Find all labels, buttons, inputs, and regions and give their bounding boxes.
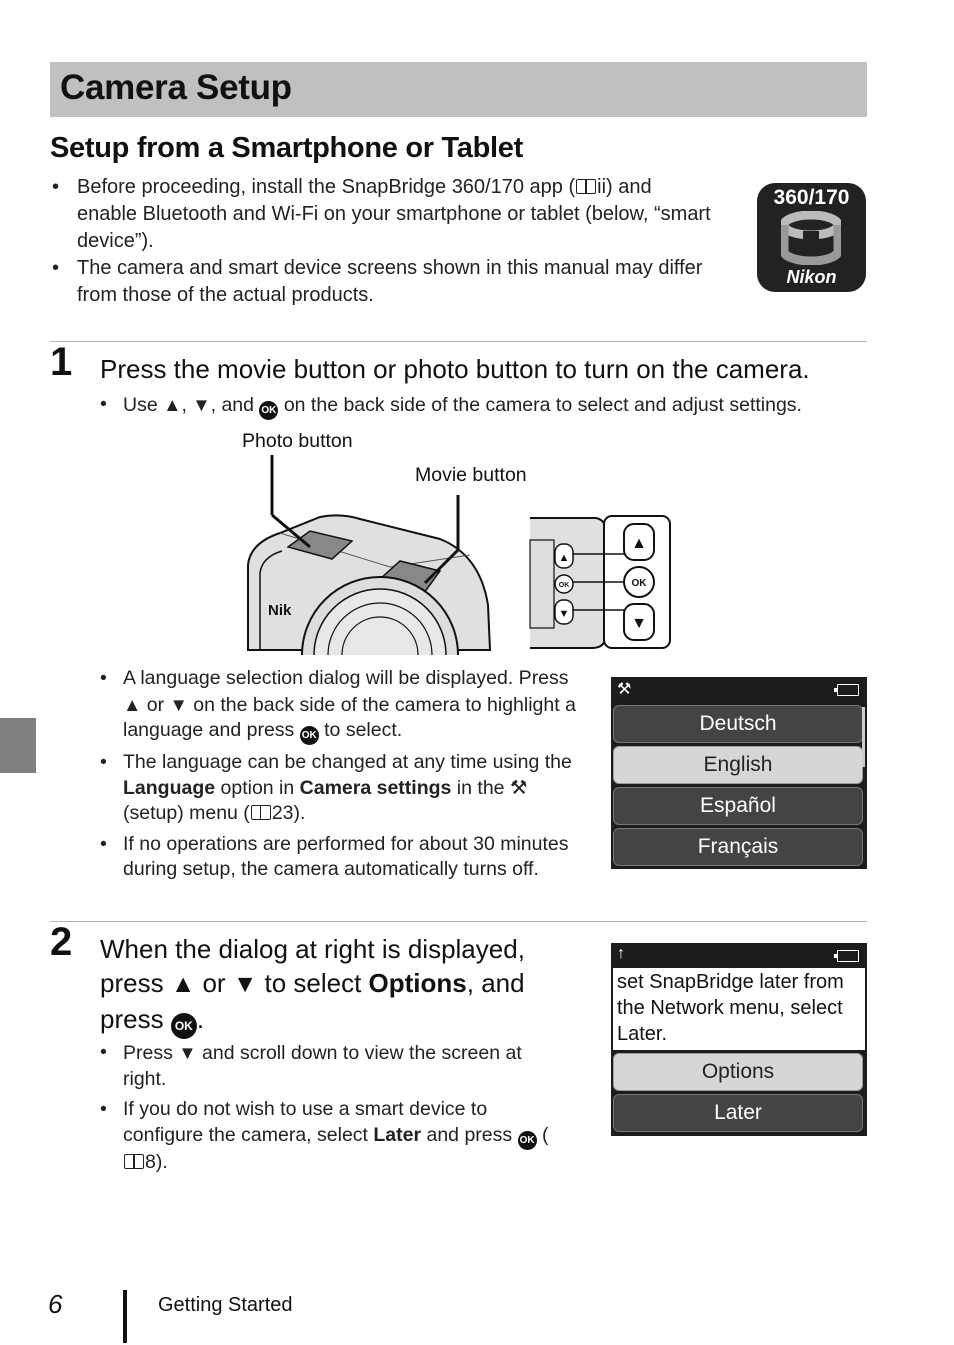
- wrench-icon: ⚒: [617, 681, 632, 698]
- up-arrow-icon: ▲: [170, 971, 196, 998]
- options-button[interactable]: Options: [613, 1053, 863, 1091]
- svg-text:▼: ▼: [631, 615, 647, 632]
- camera-top-illustration: Nik: [247, 455, 492, 655]
- step1-notes: • A language selection dialog will be di…: [100, 666, 580, 888]
- wrench-icon: ⚒: [509, 776, 528, 799]
- photo-button-label: Photo button: [242, 430, 353, 452]
- camera-back-illustration: ▲ OK ▼ ▲ OK ▼: [529, 515, 671, 649]
- svg-text:▲: ▲: [631, 535, 647, 552]
- step-number: 2: [50, 920, 73, 964]
- scrollbar[interactable]: [862, 707, 865, 767]
- up-arrow-icon: ▲: [123, 693, 142, 715]
- bullet-icon: •: [100, 1098, 107, 1120]
- note-bullet: • If you do not wish to use a smart devi…: [100, 1098, 549, 1173]
- snapbridge-logo-icon: [781, 211, 841, 265]
- step-heading: Press the movie button or photo button t…: [100, 354, 810, 384]
- svg-text:▼: ▼: [559, 608, 570, 620]
- later-keyword: Later: [373, 1123, 422, 1146]
- language-option-english[interactable]: English: [613, 746, 863, 784]
- screen-status-bar: ⚒: [611, 677, 867, 702]
- divider: [50, 341, 867, 342]
- intro-bullet: • The camera and smart device screens sh…: [52, 257, 703, 306]
- note-bullet: • A language selection dialog will be di…: [100, 666, 580, 745]
- ok-button-icon: OK: [259, 401, 279, 420]
- divider: [50, 921, 867, 922]
- nikon-brand: Nikon: [786, 267, 837, 287]
- svg-text:OK: OK: [632, 578, 648, 589]
- dialog-message: set SnapBridge later from the Network me…: [613, 968, 865, 1050]
- page-title: Camera Setup: [60, 68, 292, 107]
- language-option-espanol[interactable]: Español: [613, 787, 863, 825]
- note-bullet: • If no operations are performed for abo…: [100, 832, 569, 881]
- down-arrow-icon: ▼: [169, 693, 188, 715]
- page-number: 6: [48, 1289, 63, 1319]
- bullet-icon: •: [100, 832, 107, 855]
- section-heading: Setup from a Smartphone or Tablet: [50, 132, 523, 164]
- svg-text:Nik: Nik: [268, 602, 292, 619]
- bullet-icon: •: [52, 176, 60, 198]
- bullet-icon: •: [52, 257, 60, 279]
- book-reference-icon: [124, 1153, 144, 1169]
- tip-bullet: • Use ▲, ▼, and OK on the back side of t…: [100, 392, 860, 420]
- battery-icon: [834, 950, 859, 962]
- down-arrow-icon: ▼: [192, 394, 211, 415]
- bullet-icon: •: [100, 1041, 107, 1063]
- language-option: Language: [123, 776, 216, 799]
- note-bullet: • Press ▼ and scroll down to view the sc…: [100, 1041, 522, 1090]
- snapbridge-dialog-screen: ↑ set SnapBridge later from the Network …: [611, 943, 867, 1136]
- language-option-deutsch[interactable]: Deutsch: [613, 705, 863, 743]
- book-reference-icon: [576, 179, 597, 194]
- bullet-icon: •: [100, 751, 107, 773]
- later-button[interactable]: Later: [613, 1094, 863, 1132]
- chapter-tab: [0, 718, 36, 773]
- snapbridge-app-icon: 360/170 Nikon: [757, 183, 866, 292]
- app-version-label: 360/170: [773, 186, 850, 209]
- page-reference[interactable]: 8: [145, 1151, 156, 1173]
- note-bullet: • The language can be changed at any tim…: [100, 751, 572, 824]
- language-selection-screen: ⚒ Deutsch English Español Français: [611, 677, 867, 869]
- bullet-icon: •: [100, 393, 107, 415]
- intro-list: • Before proceeding, install the SnapBri…: [52, 174, 712, 309]
- step-heading: When the dialog at right is displayed, p…: [100, 932, 560, 1039]
- language-option-francais[interactable]: Français: [613, 828, 863, 866]
- page-reference[interactable]: 23: [272, 802, 294, 824]
- ok-button-icon: OK: [299, 726, 319, 745]
- title-bar: Camera Setup: [50, 62, 867, 117]
- book-reference-icon: [250, 805, 271, 820]
- page-reference[interactable]: ii: [597, 176, 606, 198]
- ok-button-icon: OK: [517, 1130, 537, 1150]
- up-arrow-icon: ▲: [163, 394, 182, 415]
- step-number: 1: [50, 340, 73, 384]
- bullet-icon: •: [100, 667, 107, 689]
- ok-button-icon: OK: [170, 1013, 197, 1039]
- upload-arrow-icon: ↑: [617, 945, 625, 962]
- battery-icon: [834, 684, 859, 696]
- footer-section-name: Getting Started: [158, 1294, 293, 1316]
- camera-settings-option: Camera settings: [299, 776, 452, 799]
- svg-text:OK: OK: [559, 582, 570, 589]
- options-keyword: Options: [368, 968, 467, 998]
- screen-status-bar: ↑: [611, 943, 867, 968]
- step2-notes: • Press ▼ and scroll down to view the sc…: [100, 1040, 560, 1180]
- down-arrow-icon: ▼: [232, 971, 258, 998]
- intro-bullet: • Before proceeding, install the SnapBri…: [52, 176, 711, 252]
- svg-text:▲: ▲: [559, 552, 570, 564]
- step1-tip: • Use ▲, ▼, and OK on the back side of t…: [100, 392, 860, 425]
- footer-divider: [123, 1290, 127, 1343]
- down-arrow-icon: ▼: [178, 1042, 197, 1063]
